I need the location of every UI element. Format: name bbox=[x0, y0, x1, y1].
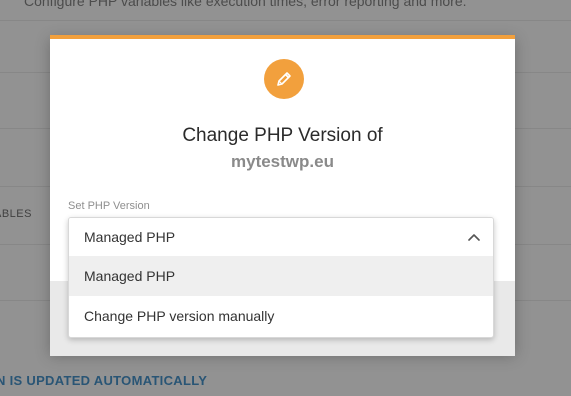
php-option-managed[interactable]: Managed PHP bbox=[69, 256, 493, 296]
chevron-up-icon[interactable] bbox=[468, 233, 480, 241]
php-version-select-current[interactable]: Managed PHP bbox=[69, 218, 493, 256]
modal-domain: mytestwp.eu bbox=[231, 152, 334, 171]
pencil-icon bbox=[264, 59, 304, 99]
php-option-manual[interactable]: Change PHP version manually bbox=[69, 296, 493, 336]
php-version-select[interactable]: Managed PHP Managed PHP Change PHP versi… bbox=[68, 217, 494, 338]
modal-title: Change PHP Version of bbox=[182, 125, 383, 146]
php-version-selected-value: Managed PHP bbox=[84, 229, 176, 245]
php-version-label: Set PHP Version bbox=[68, 200, 150, 212]
